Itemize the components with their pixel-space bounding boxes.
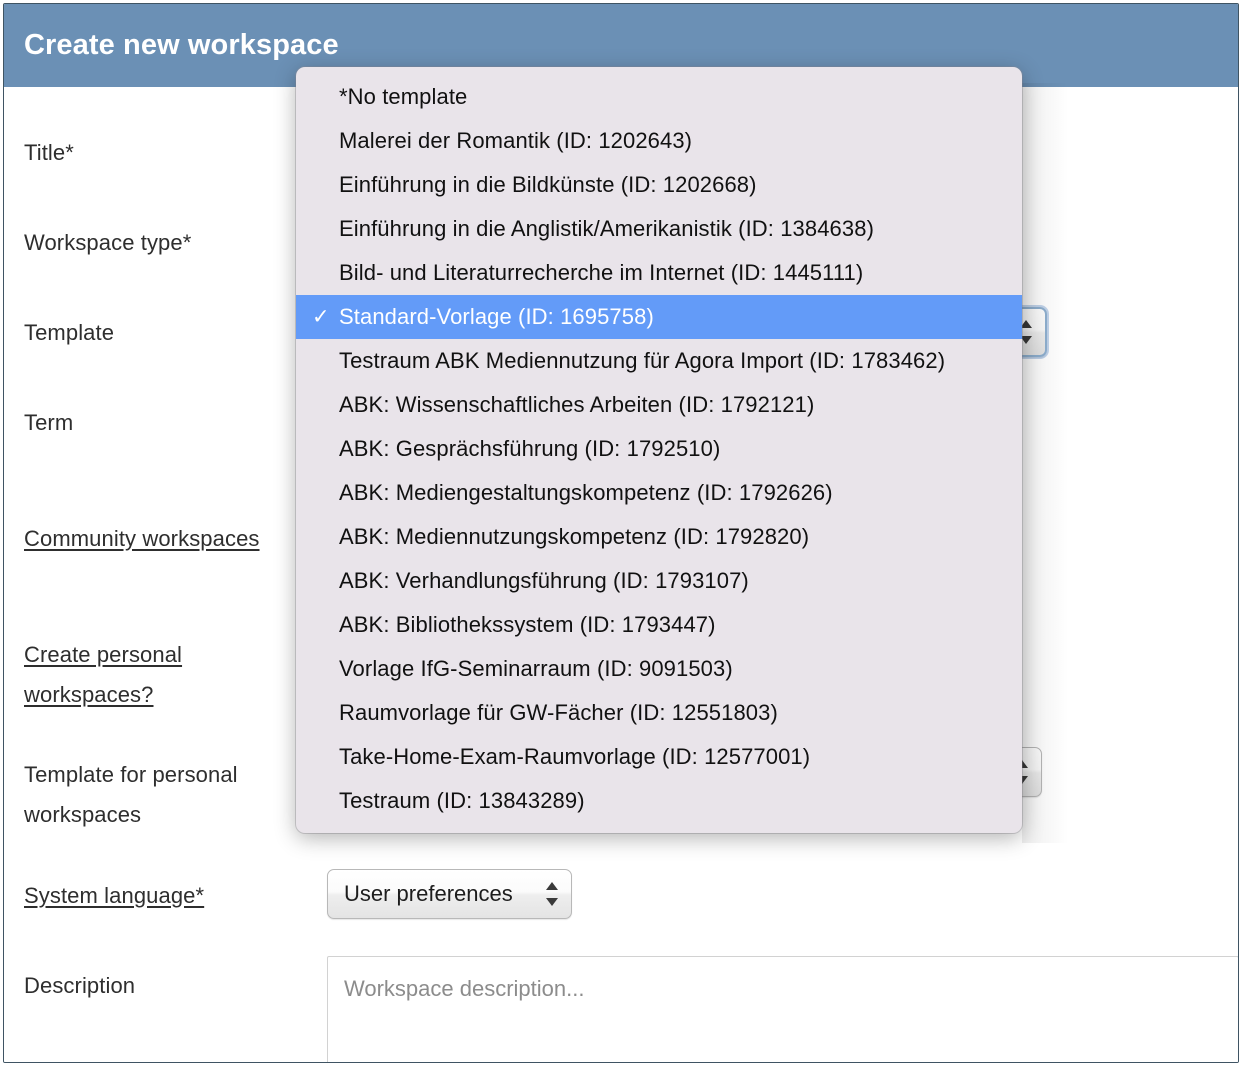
template-menu-item[interactable]: ✓ABK: Bibliothekssystem (ID: 1793447) bbox=[296, 603, 1022, 647]
template-menu-item[interactable]: ✓Take-Home-Exam-Raumvorlage (ID: 1257700… bbox=[296, 735, 1022, 779]
template-menu-item-label: Take-Home-Exam-Raumvorlage (ID: 12577001… bbox=[339, 744, 811, 769]
template-menu-item[interactable]: ✓*No template bbox=[296, 75, 1022, 119]
label-template-personal-workspaces: Template for personal workspaces bbox=[24, 762, 238, 827]
description-placeholder: Workspace description... bbox=[344, 976, 585, 1001]
template-menu-item-label: ABK: Mediengestaltungskompetenz (ID: 179… bbox=[339, 480, 833, 505]
template-dropdown-menu[interactable]: ✓*No template✓Malerei der Romantik (ID: … bbox=[296, 67, 1022, 833]
template-menu-item-label: ABK: Bibliothekssystem (ID: 1793447) bbox=[339, 612, 716, 637]
check-icon: ✓ bbox=[312, 305, 330, 329]
system-language-select-value: User preferences bbox=[344, 881, 513, 906]
label-create-personal-workspaces[interactable]: Create personal workspaces? bbox=[24, 635, 224, 715]
template-menu-item[interactable]: ✓Testraum (ID: 13843289) bbox=[296, 779, 1022, 823]
system-language-select[interactable]: User preferences bbox=[327, 869, 572, 919]
chevron-updown-icon bbox=[546, 881, 559, 907]
template-menu-item-label: Testraum ABK Mediennutzung für Agora Imp… bbox=[339, 348, 946, 373]
template-menu-item-label: *No template bbox=[339, 84, 468, 109]
template-menu-item[interactable]: ✓ABK: Verhandlungsführung (ID: 1793107) bbox=[296, 559, 1022, 603]
template-menu-item-label: Raumvorlage für GW-Fächer (ID: 12551803) bbox=[339, 700, 778, 725]
template-menu-item-label: ABK: Gesprächsführung (ID: 1792510) bbox=[339, 436, 721, 461]
template-menu-item[interactable]: ✓Raumvorlage für GW-Fächer (ID: 12551803… bbox=[296, 691, 1022, 735]
label-term: Term bbox=[24, 410, 74, 435]
template-menu-item-label: ABK: Mediennutzungskompetenz (ID: 179282… bbox=[339, 524, 810, 549]
template-menu-item[interactable]: ✓ABK: Wissenschaftliches Arbeiten (ID: 1… bbox=[296, 383, 1022, 427]
label-community-workspaces[interactable]: Community workspaces bbox=[24, 519, 260, 559]
template-menu-item-label: Einführung in die Bildkünste (ID: 120266… bbox=[339, 172, 757, 197]
template-menu-item[interactable]: ✓ Standard-Vorlage (ID: 1695758) bbox=[296, 295, 1022, 339]
template-menu-item-label: Vorlage IfG-Seminarraum (ID: 9091503) bbox=[339, 656, 733, 681]
template-menu-item[interactable]: ✓Bild- und Literaturrecherche im Interne… bbox=[296, 251, 1022, 295]
template-menu-item[interactable]: ✓Testraum ABK Mediennutzung für Agora Im… bbox=[296, 339, 1022, 383]
label-description: Description bbox=[24, 973, 136, 998]
template-menu-item[interactable]: ✓Vorlage IfG-Seminarraum (ID: 9091503) bbox=[296, 647, 1022, 691]
description-textarea[interactable]: Workspace description... bbox=[327, 956, 1238, 1062]
template-menu-item-label: Malerei der Romantik (ID: 1202643) bbox=[339, 128, 693, 153]
screenshot-root: Create new workspace Title* Workspace ty… bbox=[0, 0, 1242, 1066]
label-system-language[interactable]: System language* bbox=[24, 876, 204, 916]
template-menu-item[interactable]: ✓ABK: Mediennutzungskompetenz (ID: 17928… bbox=[296, 515, 1022, 559]
template-menu-item-label: ABK: Verhandlungsführung (ID: 1793107) bbox=[339, 568, 749, 593]
template-menu-item-label: Bild- und Literaturrecherche im Internet… bbox=[339, 260, 864, 285]
template-menu-item[interactable]: ✓ABK: Gesprächsführung (ID: 1792510) bbox=[296, 427, 1022, 471]
label-workspace-type: Workspace type* bbox=[24, 230, 192, 255]
template-menu-item-label: Standard-Vorlage (ID: 1695758) bbox=[339, 304, 654, 329]
template-menu-item[interactable]: ✓Einführung in die Anglistik/Amerikanist… bbox=[296, 207, 1022, 251]
template-menu-item[interactable]: ✓Einführung in die Bildkünste (ID: 12026… bbox=[296, 163, 1022, 207]
label-template: Template bbox=[24, 320, 115, 345]
template-menu-item[interactable]: ✓Malerei der Romantik (ID: 1202643) bbox=[296, 119, 1022, 163]
template-menu-item[interactable]: ✓ABK: Mediengestaltungskompetenz (ID: 17… bbox=[296, 471, 1022, 515]
label-title: Title* bbox=[24, 140, 74, 165]
dialog-title: Create new workspace bbox=[24, 29, 339, 61]
template-menu-item-label: ABK: Wissenschaftliches Arbeiten (ID: 17… bbox=[339, 392, 815, 417]
template-menu-item-label: Testraum (ID: 13843289) bbox=[339, 788, 585, 813]
template-menu-item-label: Einführung in die Anglistik/Amerikanisti… bbox=[339, 216, 874, 241]
